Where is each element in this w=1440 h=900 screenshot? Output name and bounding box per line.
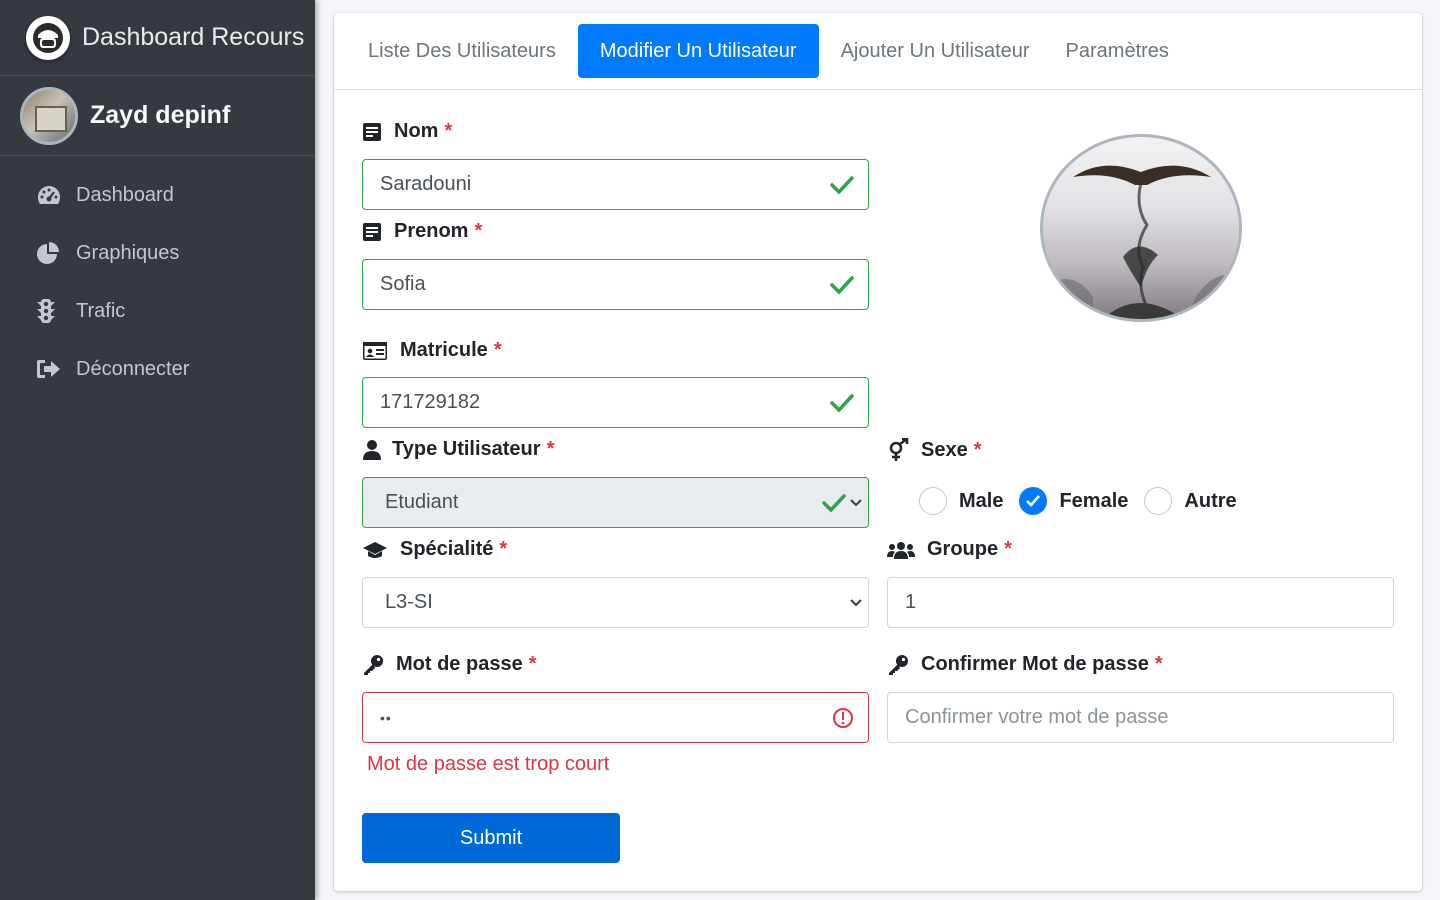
- required-mark: *: [474, 220, 483, 242]
- users-icon: [887, 540, 915, 560]
- sidebar-item-label: Dashboard: [76, 183, 174, 206]
- required-mark: *: [528, 653, 537, 675]
- radio-autre-label: Autre: [1184, 489, 1237, 512]
- key-icon: [362, 654, 384, 676]
- sidebar-item-dashboard[interactable]: Dashboard: [0, 166, 315, 224]
- type-utilisateur-label: Type Utilisateur *: [362, 438, 554, 461]
- check-icon: [830, 175, 854, 195]
- traffic-light-icon: [36, 298, 66, 324]
- radio-female-label: Female: [1059, 489, 1129, 512]
- sign-out-icon: [36, 356, 66, 382]
- prenom-value: Sofia: [380, 273, 426, 295]
- confirm-password-placeholder: Confirmer votre mot de passe: [905, 706, 1169, 728]
- sidebar-item-label: Trafic: [76, 299, 126, 322]
- id-card-icon: [362, 341, 388, 361]
- user-edit-card: Liste Des Utilisateurs Modifier Un Utili…: [334, 13, 1422, 891]
- nom-value: Saradouni: [380, 173, 472, 195]
- matricule-value: 171729182: [380, 391, 481, 413]
- form-icon: [362, 222, 382, 242]
- required-mark: *: [546, 438, 555, 460]
- prenom-label: Prenom *: [362, 220, 482, 243]
- user-name: Zayd depinf: [90, 101, 231, 129]
- groupe-value: 1: [905, 591, 917, 613]
- confirm-password-input[interactable]: Confirmer votre mot de passe: [887, 692, 1394, 743]
- matricule-label-text: Matricule: [400, 339, 488, 361]
- submit-button[interactable]: Submit: [362, 813, 620, 863]
- radio-female[interactable]: [1019, 487, 1048, 515]
- chevron-down-icon: [850, 498, 862, 507]
- password-input[interactable]: ••: [362, 692, 869, 743]
- sidebar-item-graphiques[interactable]: Graphiques: [0, 224, 315, 282]
- user-icon: [362, 439, 382, 461]
- required-mark: *: [444, 120, 453, 142]
- brand-logo-icon: [26, 15, 70, 60]
- groupe-input[interactable]: 1: [887, 577, 1394, 628]
- check-icon: [830, 393, 854, 413]
- radio-male[interactable]: [919, 487, 947, 515]
- required-mark: *: [499, 538, 508, 560]
- avatar: [20, 86, 78, 145]
- password-label: Mot de passe *: [362, 653, 537, 676]
- nom-label-text: Nom: [394, 120, 439, 142]
- required-mark: *: [493, 339, 502, 361]
- groupe-label-text: Groupe: [927, 538, 999, 560]
- matricule-input[interactable]: 171729182: [362, 377, 869, 428]
- required-mark: *: [1004, 538, 1012, 560]
- radio-male-label: Male: [959, 489, 1004, 512]
- nom-input[interactable]: Saradouni: [362, 159, 869, 210]
- form-icon: [362, 122, 382, 142]
- type-utilisateur-label-text: Type Utilisateur: [392, 438, 541, 460]
- check-icon: [830, 275, 854, 295]
- tab-liste-utilisateurs[interactable]: Liste Des Utilisateurs: [354, 24, 570, 78]
- specialite-label-text: Spécialité: [400, 538, 494, 560]
- prenom-input[interactable]: Sofia: [362, 259, 869, 310]
- sexe-radio-group: Male Female Autre: [919, 487, 1253, 515]
- nom-label: Nom *: [362, 120, 452, 143]
- sidebar-item-trafic[interactable]: Trafic: [0, 282, 315, 340]
- sidebar-item-label: Déconnecter: [76, 357, 190, 380]
- sexe-label: Sexe *: [887, 438, 982, 462]
- required-mark: *: [973, 438, 982, 461]
- tab-ajouter-utilisateur[interactable]: Ajouter Un Utilisateur: [827, 24, 1044, 78]
- user-panel[interactable]: Zayd depinf: [0, 76, 315, 156]
- pie-chart-icon: [36, 240, 66, 266]
- chevron-down-icon: [850, 598, 862, 607]
- specialite-label: Spécialité *: [362, 538, 507, 561]
- sidebar-nav: Dashboard Graphiques Trafic Déconnecter: [0, 156, 315, 398]
- prenom-label-text: Prenom: [394, 220, 469, 242]
- sexe-label-text: Sexe: [921, 438, 968, 461]
- confirm-password-label: Confirmer Mot de passe *: [887, 653, 1163, 676]
- tab-modifier-utilisateur[interactable]: Modifier Un Utilisateur: [577, 24, 819, 78]
- matricule-label: Matricule *: [362, 339, 502, 362]
- radio-autre[interactable]: [1144, 487, 1173, 515]
- confirm-password-label-text: Confirmer Mot de passe: [921, 653, 1149, 675]
- password-error-message: Mot de passe est trop court: [367, 753, 610, 775]
- graduation-cap-icon: [362, 540, 388, 560]
- tabs-bar: Liste Des Utilisateurs Modifier Un Utili…: [334, 13, 1422, 90]
- brand-link[interactable]: Dashboard Recours: [0, 0, 315, 76]
- error-icon: [832, 707, 854, 729]
- tachometer-icon: [36, 182, 66, 208]
- check-icon: [822, 493, 846, 513]
- groupe-label: Groupe *: [887, 538, 1012, 561]
- sidebar-item-label: Graphiques: [76, 241, 180, 264]
- password-value: ••: [380, 709, 392, 726]
- venus-mars-icon: [887, 438, 911, 462]
- sidebar-item-deconnecter[interactable]: Déconnecter: [0, 340, 315, 398]
- profile-photo[interactable]: [1040, 134, 1242, 322]
- specialite-value: L3-SI: [385, 591, 433, 613]
- brand-title: Dashboard Recours: [82, 23, 305, 51]
- type-utilisateur-select[interactable]: Etudiant: [362, 477, 869, 528]
- specialite-select[interactable]: L3-SI: [362, 577, 869, 628]
- key-icon: [887, 654, 909, 676]
- tab-parametres[interactable]: Paramètres: [1052, 24, 1183, 78]
- sidebar: Dashboard Recours Zayd depinf Dashboard …: [0, 0, 315, 900]
- type-utilisateur-value: Etudiant: [385, 491, 459, 513]
- required-mark: *: [1154, 653, 1163, 675]
- password-label-text: Mot de passe: [396, 653, 523, 675]
